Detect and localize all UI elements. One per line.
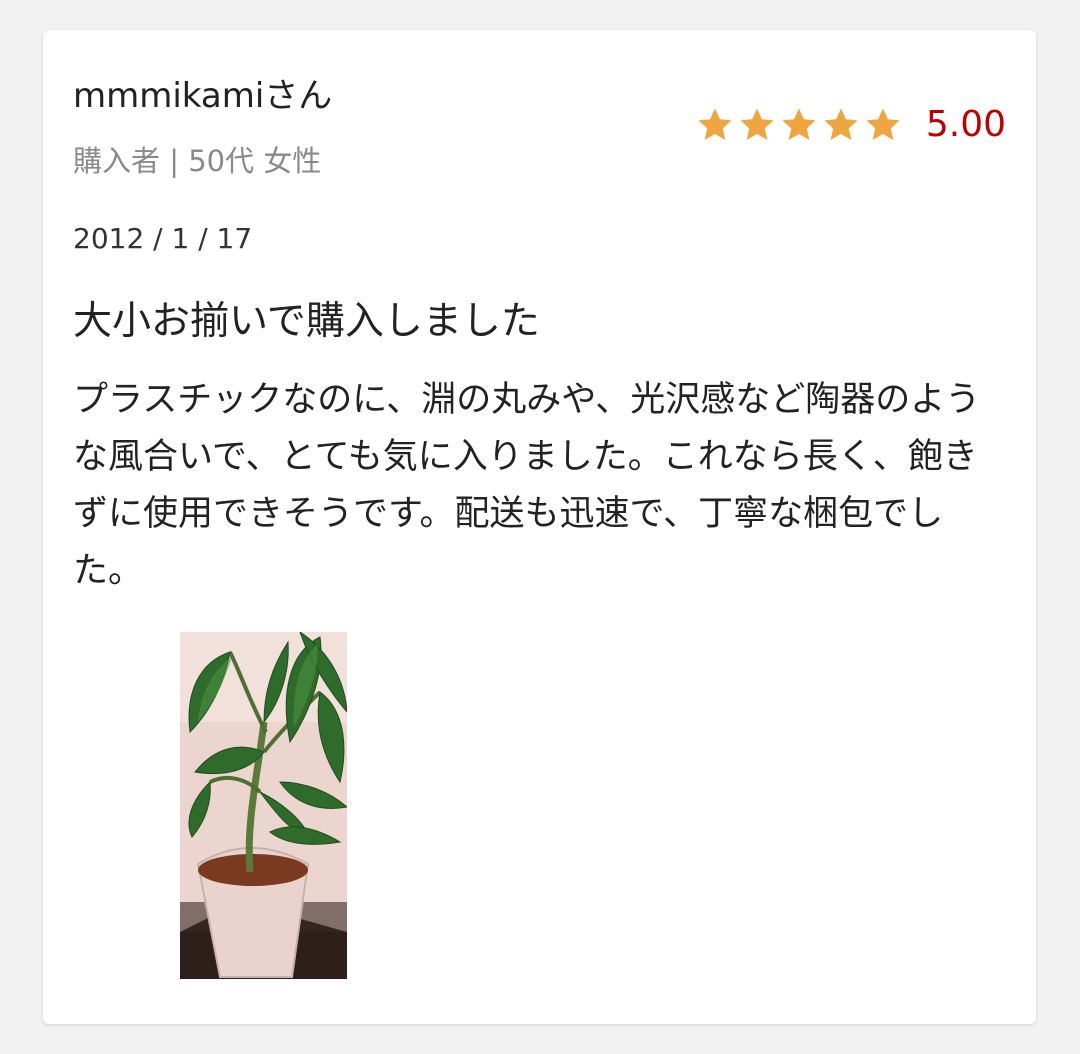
review-photo[interactable] (180, 632, 347, 979)
review-card: mmmikamiさん 購入者 | 50代 女性 5.00 2012 / 1 / … (43, 30, 1036, 1024)
star-icon (866, 107, 900, 140)
review-body: プラスチックなのに、淵の丸みや、光沢感など陶器のような風合いで、とても気に入りま… (73, 380, 981, 591)
reviewer-name[interactable]: mmmikamiさん (73, 68, 332, 117)
rating-score: 5.00 (925, 104, 1006, 145)
star-rating (696, 106, 902, 144)
star-icon (824, 107, 858, 140)
star-icon (740, 107, 774, 140)
review-date: 2012 / 1 / 17 (73, 222, 253, 255)
reviewer-meta: 購入者 | 50代 女性 (73, 144, 322, 178)
star-icon (698, 107, 732, 140)
rating: 5.00 (696, 104, 1006, 145)
star-icon (782, 107, 816, 140)
review-title: 大小お揃いで購入しました (73, 299, 540, 344)
